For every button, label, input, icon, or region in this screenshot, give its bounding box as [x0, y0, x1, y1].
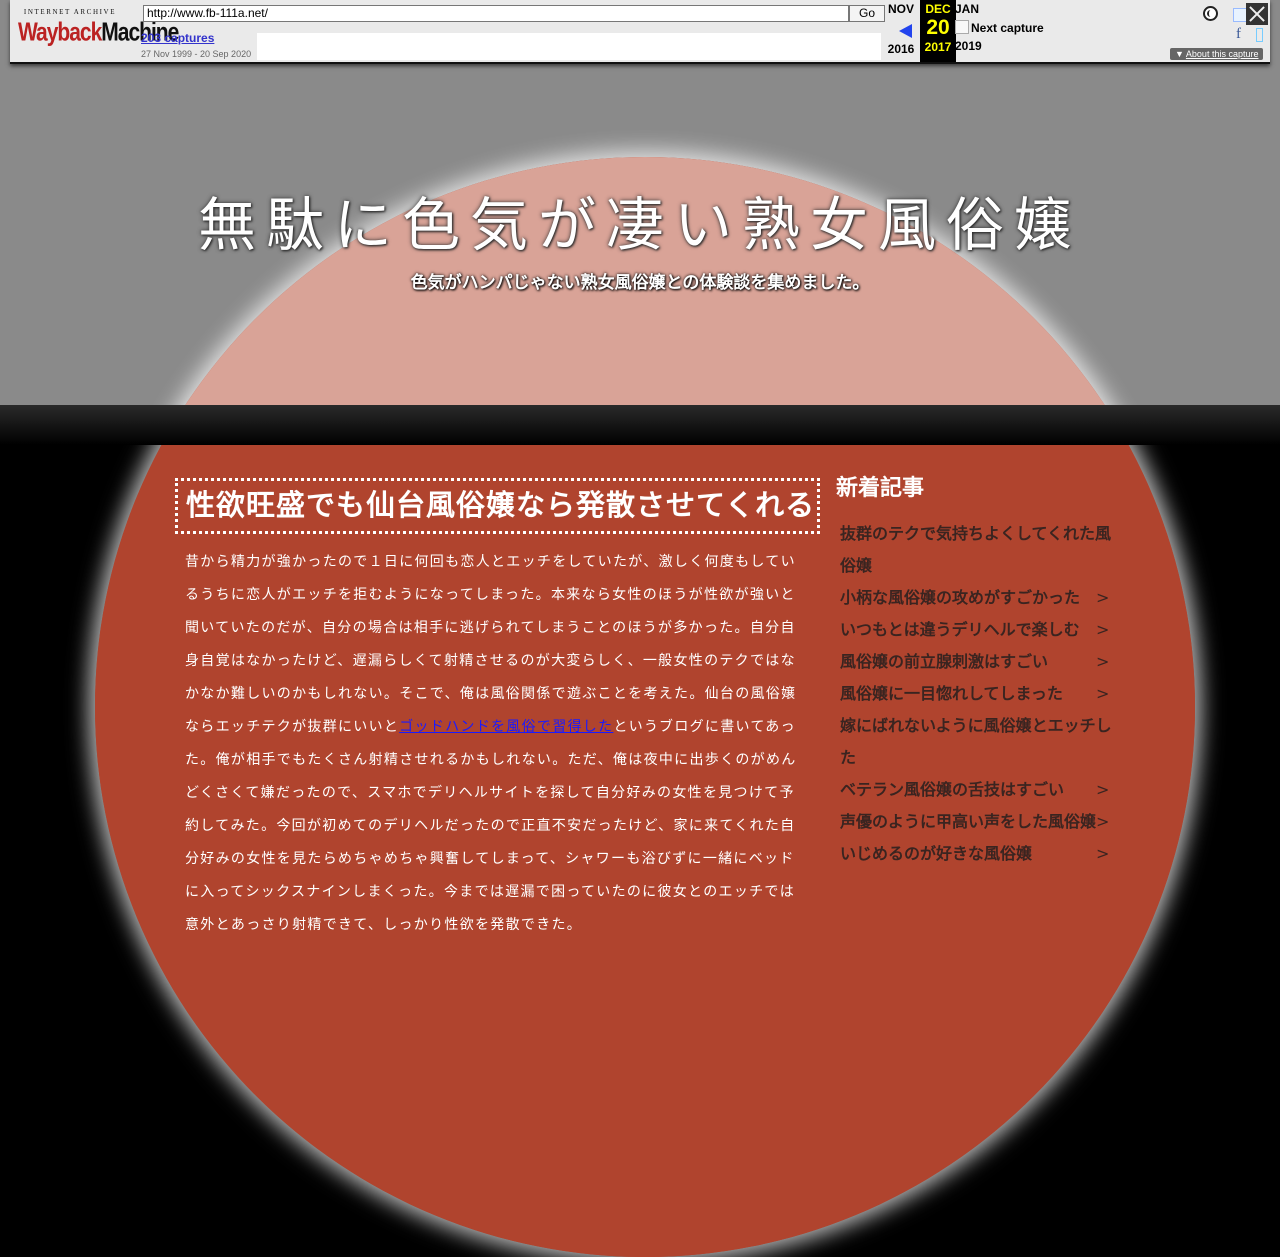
prev-year[interactable]: 2016	[883, 42, 919, 56]
recent-post-item[interactable]: 風俗嬢に一目惚れしてしまった >	[840, 678, 1115, 710]
captures-link[interactable]: 203 captures	[141, 31, 214, 45]
chevron-right-icon: >	[1096, 844, 1110, 863]
article-title: 性欲旺盛でも仙台風俗嬢なら発散させてくれる	[175, 478, 820, 534]
chevron-right-icon: >	[1096, 780, 1110, 799]
chevron-right-icon: >	[1096, 588, 1110, 607]
chevron-right-icon: >	[1096, 620, 1110, 639]
recent-post-item[interactable]: ベテラン風俗嬢の舌技はすごい >	[840, 774, 1115, 806]
prev-month[interactable]: NOV	[883, 2, 919, 16]
previous-capture-column[interactable]: NOV 2016	[883, 0, 919, 62]
recent-post-item[interactable]: いじめるのが好きな風俗嬢 >	[840, 838, 1115, 870]
recent-post-item[interactable]: いつもとは違うデリヘルで楽しむ >	[840, 614, 1115, 646]
next-capture-column[interactable]: JAN Next capture 2019	[955, 0, 1075, 62]
internet-archive-label: INTERNET ARCHIVE	[23, 8, 117, 16]
recent-post-item[interactable]: 小柄な風俗嬢の攻めがすごかった >	[840, 582, 1115, 614]
header-shadow	[0, 405, 1280, 445]
site-subtitle: 色気がハンパじゃない熟女風俗嬢との体験談を集めました。	[410, 273, 870, 293]
recent-post-item[interactable]: 風俗嬢の前立腺刺激はすごい >	[840, 646, 1115, 678]
recent-post-label[interactable]: 声優のように甲高い声をした風俗嬢	[840, 812, 1096, 831]
go-button[interactable]: Go	[849, 5, 885, 22]
next-capture-link[interactable]: Next capture	[955, 20, 1075, 35]
current-day: 20	[926, 16, 950, 39]
wayback-label-a: Wayback	[18, 18, 102, 47]
recent-post-label[interactable]: ベテラン風俗嬢の舌技はすごい	[840, 780, 1064, 799]
current-year: 2017	[924, 40, 952, 54]
facebook-icon[interactable]: f	[1236, 26, 1241, 43]
about-capture-label[interactable]: About this capture	[1186, 49, 1259, 59]
recent-post-label[interactable]: 風俗嬢に一目惚れしてしまった	[840, 684, 1063, 703]
current-month: DEC	[925, 2, 951, 16]
close-icon[interactable]	[1246, 3, 1268, 25]
wayback-machine-label: WaybackMachine	[18, 18, 179, 48]
recent-post-item[interactable]: 嫁にばれないように風俗嬢とエッチした>	[840, 710, 1115, 774]
arrow-left-icon[interactable]	[899, 24, 912, 38]
recent-post-label[interactable]: 風俗嬢の前立腺刺激はすごい	[840, 652, 1048, 671]
share-icon[interactable]	[1256, 28, 1263, 42]
chevron-right-icon: >	[1096, 652, 1110, 671]
help-circle-icon[interactable]	[1203, 6, 1218, 21]
url-input[interactable]: http://www.fb-111a.net/	[143, 5, 849, 22]
recent-post-item[interactable]: 抜群のテクで気持ちよくしてくれた風俗嬢>	[840, 518, 1115, 582]
sidebar-heading: 新着記事	[836, 476, 925, 501]
main-article: 性欲旺盛でも仙台風俗嬢なら発散させてくれる 昔から精力が強かったので１日に何回も…	[175, 478, 820, 942]
article-text-2: というブログに書いてあった。俺が相手でもたくさん射精させれるかもしれない。ただ、…	[185, 719, 797, 933]
about-capture-button[interactable]: ▼ About this capture	[1170, 48, 1264, 60]
broken-image-icon	[955, 20, 969, 34]
chevron-right-icon: >	[1096, 684, 1110, 703]
recent-post-item[interactable]: 声優のように甲高い声をした風俗嬢 >	[840, 806, 1115, 838]
next-capture-label[interactable]: Next capture	[971, 21, 1044, 35]
site-title[interactable]: 無駄に色気が凄い熟女風俗嬢	[0, 178, 1280, 262]
capture-sparkline[interactable]	[257, 33, 881, 60]
article-link[interactable]: ゴッドハンドを風俗で習得した	[399, 719, 613, 735]
recent-post-label[interactable]: 小柄な風俗嬢の攻めがすごかった	[840, 588, 1080, 607]
wayback-toolbar: INTERNET ARCHIVE WaybackMachine http://w…	[10, 0, 1270, 64]
recent-post-label[interactable]: 抜群のテクで気持ちよくしてくれた風俗嬢	[840, 524, 1111, 575]
recent-post-label[interactable]: 嫁にばれないように風俗嬢とエッチした	[840, 716, 1112, 767]
sidebar: 新着記事 抜群のテクで気持ちよくしてくれた風俗嬢> 小柄な風俗嬢の攻めがすごかっ…	[836, 472, 1126, 870]
capture-date-range: 27 Nov 1999 - 20 Sep 2020	[141, 49, 252, 59]
article-text-1: 昔から精力が強かったので１日に何回も恋人とエッチをしていたが、激しく何度もしてい…	[185, 554, 797, 735]
recent-posts-list: 抜群のテクで気持ちよくしてくれた風俗嬢> 小柄な風俗嬢の攻めがすごかった> いつ…	[840, 518, 1126, 870]
next-month[interactable]: JAN	[955, 2, 1075, 16]
recent-post-label[interactable]: いつもとは違うデリヘルで楽しむ	[840, 620, 1080, 639]
chevron-right-icon: >	[1096, 812, 1110, 831]
current-capture-column: DEC 20 2017	[920, 0, 956, 62]
recent-post-label[interactable]: いじめるのが好きな風俗嬢	[840, 844, 1032, 863]
next-year[interactable]: 2019	[955, 39, 1075, 53]
wayback-logo[interactable]: INTERNET ARCHIVE WaybackMachine	[18, 8, 179, 52]
twitter-icon[interactable]	[1233, 8, 1247, 22]
article-body: 昔から精力が強かったので１日に何回も恋人とエッチをしていたが、激しく何度もしてい…	[185, 546, 803, 942]
